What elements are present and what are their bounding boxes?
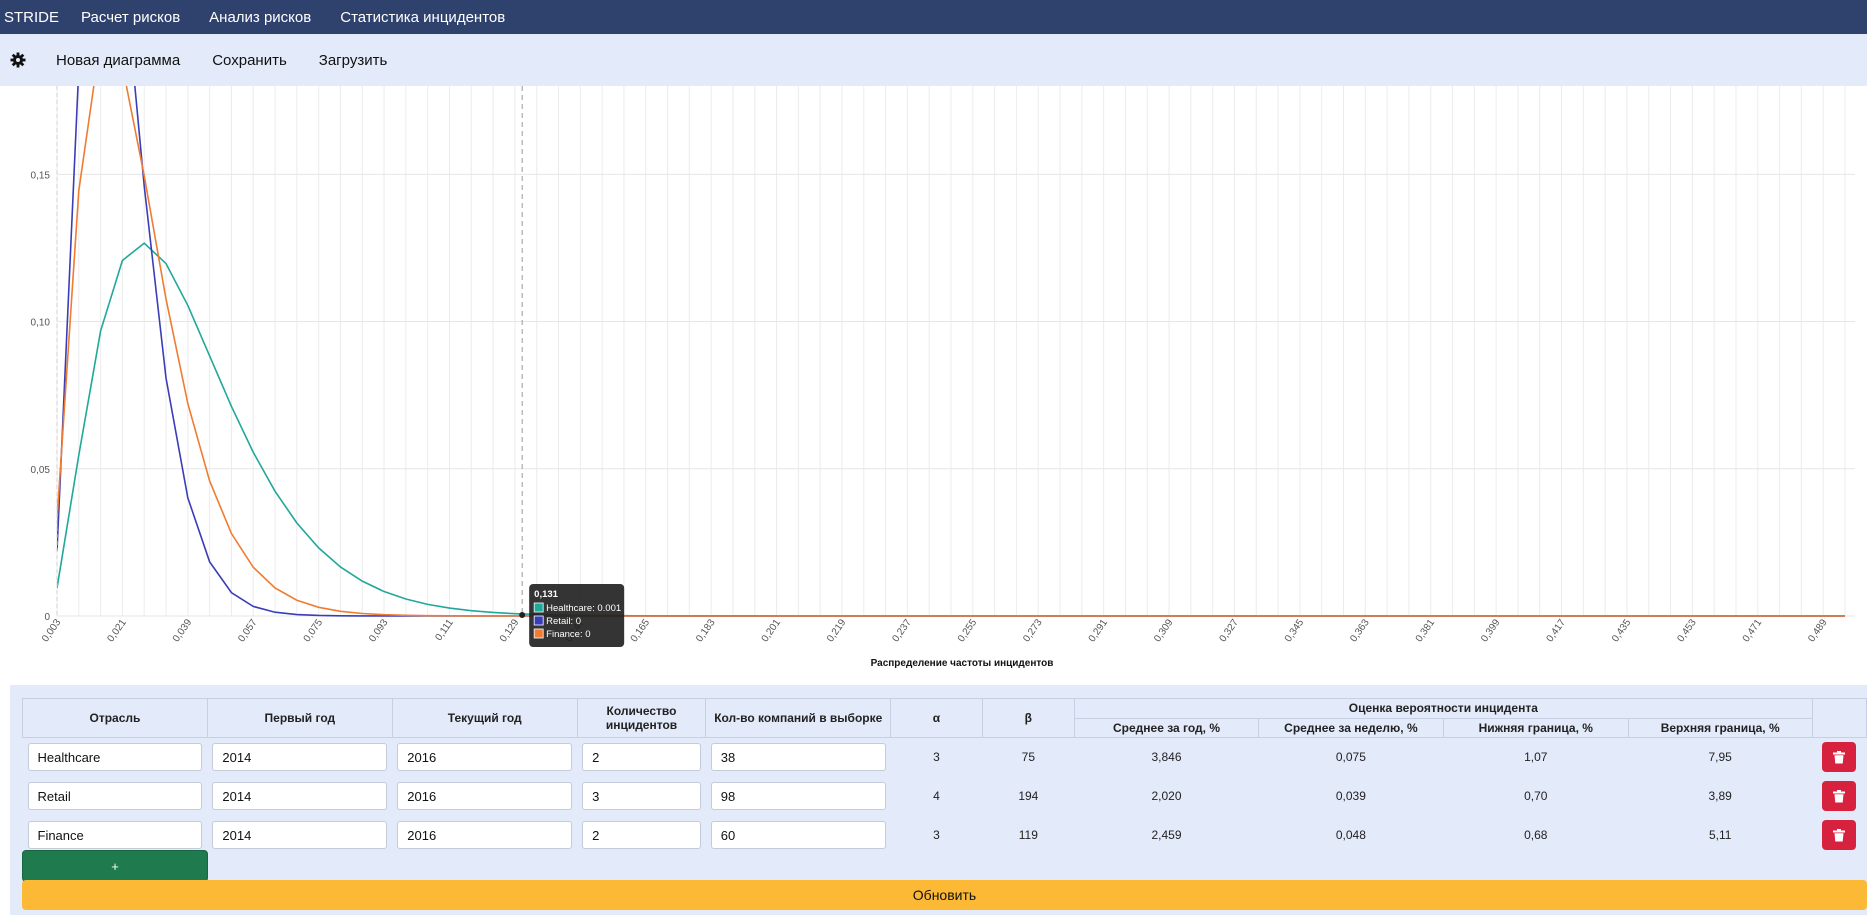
current-year-input[interactable] — [397, 782, 573, 810]
add-row-button[interactable]: + — [22, 850, 208, 882]
header-lower: Нижняя граница, % — [1442, 717, 1629, 738]
lower-bound-cell: 0,68 — [1524, 828, 1548, 842]
first-year-input[interactable] — [212, 782, 388, 810]
tooltip-item: Retail: 0 — [546, 616, 581, 627]
incidents-input[interactable] — [582, 782, 701, 810]
mean-week-cell: 0,075 — [1335, 750, 1366, 765]
chart-background — [0, 86, 1867, 685]
mean-year-cell: 3,846 — [1151, 750, 1182, 765]
mean-year-cell: 2,020 — [1151, 789, 1182, 803]
industry-input[interactable] — [27, 743, 203, 772]
tooltip-swatch — [533, 602, 544, 613]
companies-input[interactable] — [710, 782, 886, 810]
y-tick-label: 0,15 — [31, 170, 51, 181]
mean-year-cell: 2,459 — [1151, 828, 1182, 842]
header-estimate-group: Оценка вероятности инцидента — [1074, 698, 1813, 719]
mean-week-cell: 0,039 — [1335, 789, 1366, 803]
trash-icon — [1833, 828, 1846, 841]
beta-cell: 75 — [1021, 750, 1036, 765]
header-current-year: Текущий год — [391, 698, 578, 738]
header-mean-year: Среднее за год, % — [1074, 717, 1259, 738]
delete-row-button[interactable] — [1822, 820, 1857, 850]
header-industry: Отрасль — [22, 698, 208, 738]
nav-link-risk-analysis[interactable]: Анализ рисков — [209, 9, 311, 26]
table-row: 4 194 2,020 0,039 0,70 3,89 — [23, 777, 1867, 816]
tooltip-swatch — [533, 628, 544, 639]
parameters-panel: Отрасль Первый год Текущий год Количеств… — [10, 685, 1867, 915]
brand-link[interactable]: STRIDE — [0, 9, 59, 26]
delete-row-button[interactable] — [1822, 781, 1857, 811]
upper-bound-cell: 3,89 — [1708, 789, 1732, 803]
incidents-input[interactable] — [582, 821, 701, 849]
header-mean-week: Среднее за неделю, % — [1257, 717, 1444, 738]
header-actions — [1811, 698, 1867, 738]
first-year-input[interactable] — [212, 821, 388, 849]
table-row: 3 75 3,846 0,075 1,07 7,95 — [23, 738, 1867, 777]
beta-cell: 119 — [1018, 828, 1038, 842]
lower-bound-cell: 1,07 — [1524, 750, 1548, 765]
current-year-input[interactable] — [397, 743, 573, 772]
alpha-cell: 4 — [933, 789, 940, 803]
parameters-table: Отрасль Первый год Текущий год Количеств… — [22, 698, 1867, 855]
load-button[interactable]: Загрузить — [319, 52, 388, 69]
gear-icon[interactable] — [10, 52, 26, 68]
lower-bound-cell: 0,70 — [1524, 789, 1548, 803]
beta-cell: 194 — [1018, 789, 1039, 803]
header-incidents: Количество инцидентов — [576, 698, 707, 738]
tooltip-title: 0,131 — [534, 589, 558, 600]
mean-week-cell: 0,048 — [1335, 828, 1366, 842]
alpha-cell: 3 — [933, 750, 940, 765]
tooltip-item: Healthcare: 0.001 — [546, 603, 621, 614]
nav-link-risk-calc[interactable]: Расчет рисков — [81, 9, 180, 26]
alpha-cell: 3 — [933, 828, 940, 842]
header-alpha: α — [890, 698, 983, 738]
first-year-input[interactable] — [212, 743, 388, 772]
header-beta: β — [981, 698, 1076, 738]
trash-icon — [1833, 750, 1846, 764]
toolbar: Новая диаграмма Сохранить Загрузить — [0, 34, 1867, 86]
trash-icon — [1833, 789, 1846, 802]
update-button[interactable]: Обновить — [22, 880, 1867, 910]
y-tick-label: 0,10 — [31, 318, 51, 329]
save-button[interactable]: Сохранить — [212, 52, 287, 69]
nav-link-incident-stats[interactable]: Статистика инцидентов — [340, 9, 505, 26]
header-upper: Верхняя граница, % — [1627, 717, 1813, 738]
header-companies: Кол-во компаний в выборке — [705, 698, 892, 738]
distribution-chart[interactable]: 00,050,100,150,003 0,021 0,039 0,057 0,075 0,… — [0, 86, 1867, 685]
table-row: 3 119 2,459 0,048 0,68 5,11 — [23, 816, 1867, 855]
hover-point — [519, 612, 526, 618]
upper-bound-cell: 7,95 — [1708, 750, 1732, 765]
x-axis-title: Распределение частоты инцидентов — [871, 658, 1054, 669]
companies-input[interactable] — [710, 743, 886, 772]
industry-input[interactable] — [27, 821, 203, 849]
tooltip-swatch — [533, 615, 544, 626]
tooltip-item: Finance: 0 — [546, 629, 590, 640]
industry-input[interactable] — [27, 782, 203, 810]
companies-input[interactable] — [710, 821, 886, 849]
y-tick-label: 0,05 — [31, 465, 51, 476]
new-diagram-button[interactable]: Новая диаграмма — [56, 52, 180, 69]
delete-row-button[interactable] — [1822, 742, 1857, 773]
top-navbar: STRIDE Расчет рисков Анализ рисков Стати… — [0, 0, 1867, 34]
incidents-input[interactable] — [582, 743, 701, 772]
upper-bound-cell: 5,11 — [1708, 828, 1732, 842]
y-tick-label: 0 — [44, 612, 50, 623]
current-year-input[interactable] — [397, 821, 573, 849]
header-first-year: Первый год — [206, 698, 393, 738]
